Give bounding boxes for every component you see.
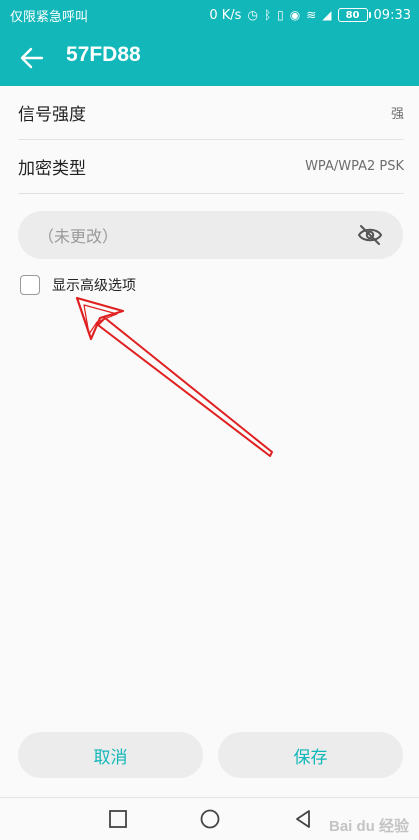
signal-strength-row: 信号强度 强 (18, 86, 404, 140)
advanced-options-label: 显示高级选项 (52, 278, 136, 294)
alarm-icon: ◷ (247, 8, 258, 22)
signal-strength-value: 强 (390, 107, 404, 122)
encryption-type-label: 加密类型 (18, 159, 86, 179)
encryption-type-value: WPA/WPA2 PSK (305, 159, 404, 174)
encryption-type-row: 加密类型 WPA/WPA2 PSK (18, 140, 404, 194)
battery-icon: 80 (337, 8, 371, 22)
status-icons: 0 K/s ◷ ᛒ ▯ ◉ ≋ ◢ 80 09:33 (209, 8, 411, 23)
page-title: 57FD88 (66, 43, 141, 66)
vibrate-icon: ▯ (277, 8, 284, 22)
recent-apps-icon[interactable] (107, 808, 129, 830)
wifi-icon: ≋ (306, 8, 317, 22)
app-bar: 57FD88 (0, 30, 419, 86)
status-bar: 仅限紧急呼叫 0 K/s ◷ ᛒ ▯ ◉ ≋ ◢ 80 09:33 (0, 0, 419, 30)
save-button[interactable]: 保存 (218, 732, 403, 778)
arrow-left-icon[interactable] (18, 44, 46, 72)
eye-off-icon[interactable] (357, 224, 383, 246)
navigation-bar: Bai du 经验 (0, 797, 419, 840)
signal-strength-label: 信号强度 (18, 105, 86, 125)
battery-level: 80 (345, 9, 360, 21)
cancel-button[interactable]: 取消 (18, 732, 203, 778)
password-placeholder: （未更改） (38, 227, 119, 246)
eye-comfort-icon: ◉ (289, 8, 301, 22)
status-carrier-text: 仅限紧急呼叫 (10, 9, 89, 25)
bluetooth-icon: ᛒ (263, 8, 272, 22)
status-time: 09:33 (373, 7, 411, 23)
home-icon[interactable] (199, 808, 221, 830)
watermark: Bai du 经验 (328, 818, 409, 835)
show-advanced-options[interactable]: 显示高级选项 (20, 275, 136, 295)
password-input[interactable]: （未更改） (18, 211, 403, 259)
network-speed: 0 K/s (209, 7, 242, 23)
no-signal-icon: ◢ (322, 8, 332, 22)
back-nav-icon[interactable] (292, 808, 314, 830)
advanced-options-checkbox[interactable] (20, 275, 40, 295)
